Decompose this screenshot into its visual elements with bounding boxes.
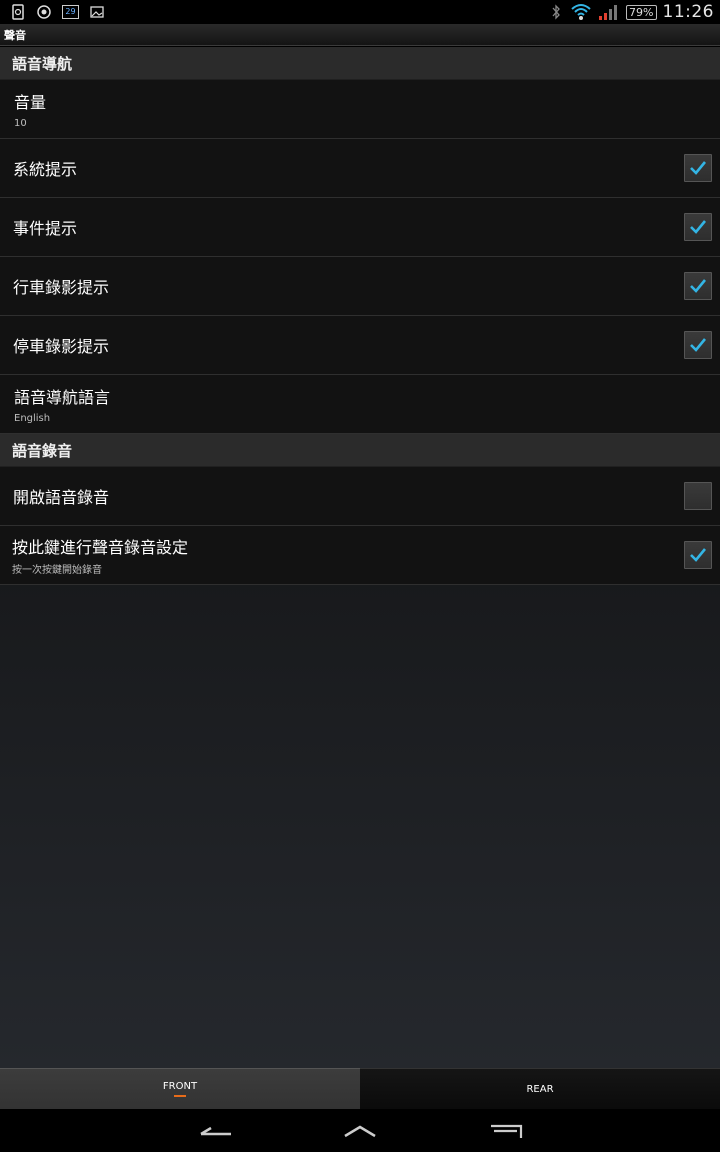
check-icon xyxy=(690,548,707,562)
section-header-nav: 語音導航 xyxy=(0,47,720,80)
pref-event-prompt[interactable]: 事件提示 xyxy=(0,198,720,257)
check-icon xyxy=(690,279,707,293)
pref-driving-rec-prompt[interactable]: 行車錄影提示 xyxy=(0,257,720,316)
recent-apps-icon xyxy=(491,1124,523,1138)
section-header-label: 語音導航 xyxy=(12,54,73,73)
tab-rear[interactable]: REAR xyxy=(360,1068,720,1109)
check-icon xyxy=(690,220,707,234)
key-rec-setting-checkbox[interactable] xyxy=(684,541,712,569)
event-prompt-checkbox[interactable] xyxy=(684,213,712,241)
pref-title: 系統提示 xyxy=(13,160,78,179)
pref-summary: 按一次按鍵開始錄音 xyxy=(12,565,102,576)
pref-enable-voice-rec[interactable]: 開啟語音錄音 xyxy=(0,467,720,526)
pref-summary: 10 xyxy=(14,118,27,129)
back-button[interactable] xyxy=(195,1117,235,1145)
pref-volume[interactable]: 音量 10 xyxy=(0,80,720,139)
back-icon xyxy=(200,1126,231,1136)
section-header-label: 語音錄音 xyxy=(12,441,73,460)
sim-icon xyxy=(12,4,24,20)
wifi-icon xyxy=(571,4,591,20)
pref-key-rec-setting[interactable]: 按此鍵進行聲音錄音設定 按一次按鍵開始錄音 xyxy=(0,526,720,585)
pref-title: 按此鍵進行聲音錄音設定 xyxy=(12,538,189,557)
pref-summary: English xyxy=(14,413,51,424)
image-icon xyxy=(90,6,104,18)
pref-title: 停車錄影提示 xyxy=(13,337,110,356)
settings-list: 語音導航 音量 10 系統提示 事件提示 行車錄影提示 停車錄影提示 語音導航語… xyxy=(0,47,720,1068)
home-icon xyxy=(344,1125,376,1138)
battery-icon: 79% xyxy=(626,4,657,20)
pref-nav-language[interactable]: 語音導航語言 English xyxy=(0,375,720,434)
pref-title: 語音導航語言 xyxy=(14,388,111,407)
tab-label: REAR xyxy=(526,1083,554,1095)
bluetooth-icon xyxy=(552,4,560,20)
camera-tabs: FRONT REAR xyxy=(0,1068,720,1109)
system-nav-bar xyxy=(0,1109,720,1152)
recent-apps-button[interactable] xyxy=(486,1117,526,1145)
system-prompt-checkbox[interactable] xyxy=(684,154,712,182)
driving-rec-prompt-checkbox[interactable] xyxy=(684,272,712,300)
clock: 11:26 xyxy=(662,2,714,22)
check-icon xyxy=(690,338,707,352)
status-bar: 29 79% 11:26 xyxy=(0,0,720,24)
pref-title: 開啟語音錄音 xyxy=(13,488,110,507)
sync-icon xyxy=(37,5,51,19)
page-title: 聲音 xyxy=(4,28,26,42)
parking-rec-prompt-checkbox[interactable] xyxy=(684,331,712,359)
calendar-icon: 29 xyxy=(62,5,79,19)
home-button[interactable] xyxy=(340,1117,380,1145)
pref-title: 事件提示 xyxy=(13,219,78,238)
tab-front[interactable]: FRONT xyxy=(0,1068,360,1109)
pref-parking-rec-prompt[interactable]: 停車錄影提示 xyxy=(0,316,720,375)
tab-label: FRONT xyxy=(162,1081,198,1092)
check-icon xyxy=(690,161,707,175)
pref-system-prompt[interactable]: 系統提示 xyxy=(0,139,720,198)
pref-title: 音量 xyxy=(14,93,47,112)
enable-voice-rec-checkbox[interactable] xyxy=(684,482,712,510)
pref-title: 行車錄影提示 xyxy=(13,278,110,297)
section-header-recording: 語音錄音 xyxy=(0,434,720,467)
signal-icon xyxy=(599,5,618,20)
tab-indicator xyxy=(174,1095,186,1097)
title-bar: 聲音 xyxy=(0,24,720,46)
